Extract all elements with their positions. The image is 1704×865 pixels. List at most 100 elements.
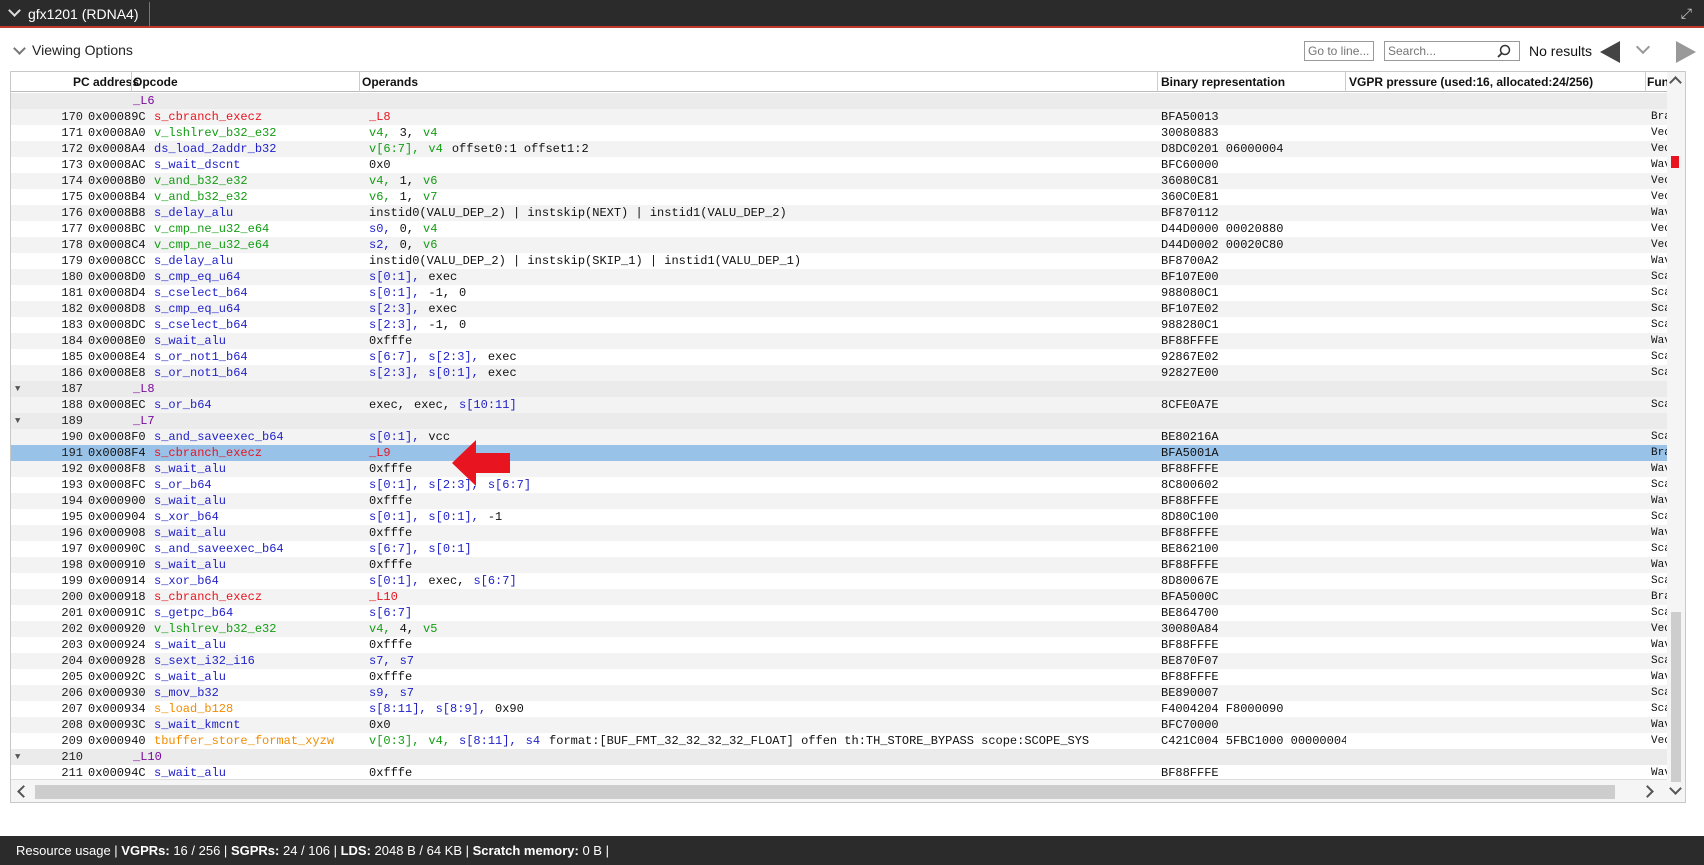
table-row[interactable]: 2110x00094Cs_wait_alu0xfffeBF88FFFE0Wave… (11, 765, 1685, 779)
prev-result-icon[interactable] (1600, 41, 1620, 63)
table-row[interactable]: 209 0x000940 tbuffer_store_format_xyzw v[0:… (11, 733, 1685, 749)
label-row[interactable]: ▼ 189 _L7 (11, 413, 1685, 429)
table-row[interactable]: 180 0x0008D0 s_cmp_eq_u64 s[0:1], exec BF107E… (11, 269, 1685, 285)
binary-encoding: BFA50013 (1161, 110, 1219, 124)
table-row[interactable]: 1750x0008B4v_and_b32_e32v6,1,v7360C0E818… (11, 189, 1685, 205)
table-row[interactable]: 179 0x0008CC s_delay_alu instid0(VALU_DEP_2… (11, 253, 1685, 269)
table-row[interactable]: 176 0x0008B8 s_delay_alu instid0(VALU_DEP_2… (11, 205, 1685, 221)
label-row[interactable]: _L6 (11, 93, 1685, 109)
scroll-right-icon[interactable] (1641, 785, 1654, 798)
goto-line-input[interactable] (1304, 41, 1374, 61)
table-row[interactable]: 171 0x0008A0 v_lshlrev_b32_e32 v4, 3, v4 30080… (11, 125, 1685, 141)
pc-address: 0x0008FC (88, 478, 146, 492)
table-row[interactable]: 182 0x0008D8 s_cmp_eq_u64 s[2:3], exec BF107E… (11, 301, 1685, 317)
table-row[interactable]: 1730x0008ACs_wait_dscnt0x0BFC600007Wave … (11, 157, 1685, 173)
pc-address: 0x0008E4 (88, 350, 146, 364)
line-number: 176 (61, 206, 83, 220)
tab-gfx1201[interactable]: gfx1201 (RDNA4) (4, 2, 150, 26)
collapse-icon[interactable]: ▼ (15, 749, 31, 765)
operands: 0xfffe (369, 493, 1159, 509)
horizontal-scrollbar[interactable] (11, 779, 1685, 802)
table-row[interactable]: 1980x000910s_wait_alu0xfffeBF88FFFE5Wave… (11, 557, 1685, 573)
table-row[interactable]: 202 0x000920 v_lshlrev_b32_e32 v4, 4, v5 30080… (11, 621, 1685, 637)
table-row[interactable]: 1960x000908s_wait_alu0xfffeBF88FFFE5Wave… (11, 525, 1685, 541)
expand-icon[interactable]: ⤢ (1681, 5, 1692, 21)
table-row[interactable]: 178 0x0008C4 v_cmp_ne_u32_e64 s2, 0, v6 D44D00… (11, 237, 1685, 253)
pc-address: 0x000910 (88, 558, 146, 572)
line-number: 201 (61, 606, 83, 620)
table-row[interactable]: 177 0x0008BC v_cmp_ne_u32_e64 s0, 0, v4 D44D00… (11, 221, 1685, 237)
line-number: 182 (61, 302, 83, 316)
operand: 0xfffe (369, 558, 413, 572)
table-row[interactable]: 2010x00091Cs_getpc_b64s[6:7]BE8647005Sca… (11, 605, 1685, 621)
column-header-operands[interactable]: Operands (362, 75, 418, 89)
opcode: s_or_b64 (154, 398, 212, 412)
pc-address: 0x0008E0 (88, 334, 146, 348)
table-row[interactable]: 207 0x000934 s_load_b128 s[8:11], s[8:9], 0x9… (11, 701, 1685, 717)
next-result-icon[interactable] (1676, 41, 1696, 63)
pc-address: 0x000934 (88, 702, 146, 716)
table-row[interactable]: 195 0x000904 s_xor_b64 s[0:1], s[0:1], -1 8D80… (11, 509, 1685, 525)
table-row[interactable]: 193 0x0008FC s_or_b64 s[0:1], s[2:3], s[6:7] 8… (11, 477, 1685, 493)
table-row[interactable]: 1940x000900s_wait_alu0xfffeBF88FFFE5Wave… (11, 493, 1685, 509)
scroll-up-icon[interactable] (1669, 76, 1682, 89)
scroll-down-icon[interactable] (1669, 782, 1682, 795)
line-number: 203 (61, 638, 83, 652)
operand: v4 (428, 142, 443, 156)
table-row[interactable]: 181 0x0008D4 s_cselect_b64 s[0:1], -1, 0 98808… (11, 285, 1685, 301)
operand: format:[BUF_FMT_32_32_32_32_FLOAT] offen… (549, 734, 1090, 748)
table-row[interactable]: 172 0x0008A4 ds_load_2addr_b32 v[6:7], v4 off… (11, 141, 1685, 157)
column-header-opcode[interactable]: Opcode (133, 75, 178, 89)
table-row[interactable]: 199 0x000914 s_xor_b64 s[0:1], exec, s[6:7] 8D… (11, 573, 1685, 589)
operand: v7 (423, 190, 438, 204)
binary-encoding: BF88FFFE (1161, 526, 1219, 540)
operand: v4, (369, 126, 391, 140)
operand: 0, (399, 222, 415, 236)
operand: 1, (399, 190, 415, 204)
search-icon[interactable] (1497, 44, 1511, 58)
table-row[interactable]: 186 0x0008E8 s_or_not1_b64 s[2:3], s[0:1], ex… (11, 365, 1685, 381)
table-row[interactable]: 2040x000928s_sext_i32_i16s7,s7BE870F075S… (11, 653, 1685, 669)
table-row[interactable]: 2050x00092Cs_wait_alu0xfffeBF88FFFE5Wave… (11, 669, 1685, 685)
binary-encoding: BF107E00 (1161, 270, 1219, 284)
vertical-scrollbar[interactable] (1667, 72, 1685, 802)
column-header-pc[interactable]: PC address (73, 75, 139, 89)
table-row[interactable]: 2030x000924s_wait_alu0xfffeBF88FFFE5Wave… (11, 637, 1685, 653)
table-row[interactable]: 183 0x0008DC s_cselect_b64 s[2:3], -1, 0 98828… (11, 317, 1685, 333)
horizontal-scroll-thumb[interactable] (35, 785, 1615, 799)
pc-address: 0x0008D4 (88, 286, 146, 300)
vertical-scroll-thumb[interactable] (1671, 612, 1681, 782)
pc-address: 0x0008BC (88, 222, 146, 236)
table-row[interactable]: 2000x000918s_cbranch_execz_L10BFA5000C5B… (11, 589, 1685, 605)
label-row[interactable]: ▼ 210 _L10 (11, 749, 1685, 765)
table-row[interactable]: 1740x0008B0v_and_b32_e32v4,1,v636080C818… (11, 173, 1685, 189)
operands: s[6:7], s[0:1] (369, 541, 1159, 557)
line-number: 179 (61, 254, 83, 268)
viewing-options-label: Viewing Options (32, 42, 133, 58)
chevron-down-icon[interactable] (8, 4, 21, 17)
scroll-left-icon[interactable] (17, 785, 30, 798)
table-row[interactable]: 1840x0008E0s_wait_alu0xfffeBF88FFFE5Wave… (11, 333, 1685, 349)
column-header-vgpr[interactable]: VGPR pressure (used:16, allocated:24/256… (1349, 75, 1639, 89)
table-row[interactable]: 1700x00089Cs_cbranch_execz_L8BFA500136Br… (11, 109, 1685, 125)
collapse-icon[interactable]: ▼ (15, 413, 31, 429)
table-row[interactable]: 185 0x0008E4 s_or_not1_b64 s[6:7], s[2:3], ex… (11, 349, 1685, 365)
label-row[interactable]: ▼ 187 _L8 (11, 381, 1685, 397)
viewing-options-toggle[interactable]: Viewing Options (12, 42, 133, 58)
table-row[interactable]: 190 0x0008F0 s_and_saveexec_b64 s[0:1], vcc B… (11, 429, 1685, 445)
table-row[interactable]: 197 0x00090C s_and_saveexec_b64 s[6:7], s[0:… (11, 541, 1685, 557)
table-row[interactable]: 1920x0008F8s_wait_alu0xfffeBF88FFFE5Wave… (11, 461, 1685, 477)
pc-address: 0x0008A4 (88, 142, 146, 156)
pc-address: 0x000924 (88, 638, 146, 652)
table-row[interactable]: 2080x00093Cs_wait_kmcnt0x0BFC700005Wave … (11, 717, 1685, 733)
column-header-binary[interactable]: Binary representation (1161, 75, 1285, 89)
opcode: s_wait_alu (154, 638, 227, 652)
table-row[interactable]: 2060x000930s_mov_b32s9,s7BE8900075Scalar (11, 685, 1685, 701)
operand: 0x0 (369, 718, 391, 732)
chevron-down-icon[interactable] (1635, 39, 1651, 55)
table-row-selected[interactable]: 1910x0008F4s_cbranch_execz_L9BFA5001A5Br… (11, 445, 1685, 461)
table-row[interactable]: 188 0x0008EC s_or_b64 exec, exec, s[10:11] 8CF… (11, 397, 1685, 413)
line-number: 209 (61, 734, 83, 748)
collapse-icon[interactable]: ▼ (15, 381, 31, 397)
operands: 0xfffe (369, 669, 1159, 685)
